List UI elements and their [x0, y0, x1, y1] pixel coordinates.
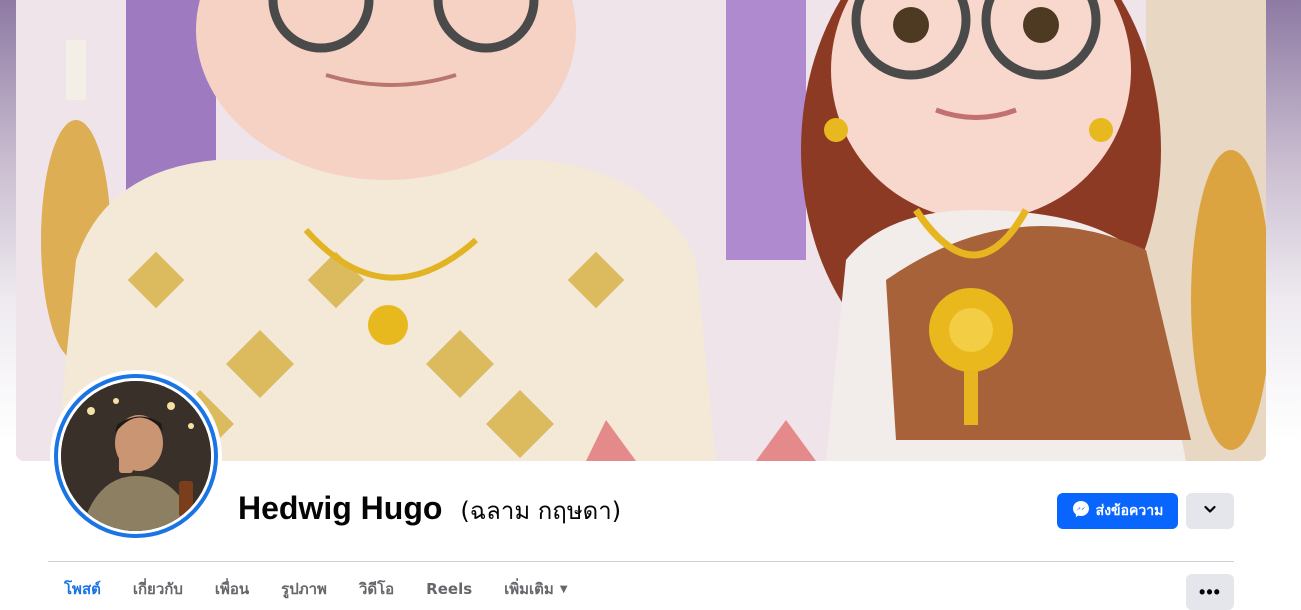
tab-label: Reels: [426, 580, 473, 598]
profile-picture-ring: [54, 374, 218, 538]
tab-label: วิดีโอ: [358, 580, 395, 598]
caret-down-icon: ▼: [559, 583, 568, 595]
tab-reels[interactable]: Reels: [410, 568, 488, 610]
cover-illustration: [16, 0, 1266, 461]
profile-tabs: โพสต์ เกี่ยวกับ เพื่อน รูปภาพ วิดีโอ Ree…: [48, 568, 584, 610]
avatar-illustration: [61, 381, 211, 531]
tab-more[interactable]: เพิ่มเติม ▼: [488, 568, 583, 610]
more-options-button[interactable]: •••: [1186, 574, 1234, 610]
ellipsis-icon: •••: [1199, 581, 1221, 602]
tab-photos[interactable]: รูปภาพ: [265, 568, 343, 610]
send-message-label: ส่งข้อความ: [1095, 503, 1164, 519]
profile-alternate-name: (ฉลาม กฤษดา): [460, 497, 622, 525]
tab-about[interactable]: เกี่ยวกับ: [117, 568, 199, 610]
tab-friends[interactable]: เพื่อน: [199, 568, 265, 610]
tab-label: เพิ่มเติม: [504, 580, 554, 598]
tab-label: เกี่ยวกับ: [132, 580, 183, 598]
profile-name: Hedwig Hugo: [238, 490, 443, 526]
profile-name-row: Hedwig Hugo (ฉลาม กฤษดา): [238, 490, 621, 530]
cover-photo[interactable]: [16, 0, 1266, 461]
tab-label: รูปภาพ: [281, 580, 327, 598]
profile-picture[interactable]: [50, 370, 222, 542]
send-message-button[interactable]: ส่งข้อความ: [1057, 493, 1178, 529]
header-divider: [48, 561, 1234, 562]
tab-videos[interactable]: วิดีโอ: [343, 568, 410, 610]
profile-photo: [61, 381, 211, 531]
chevron-down-icon: [1203, 502, 1217, 521]
tab-label: โพสต์: [64, 580, 101, 598]
tab-label: เพื่อน: [214, 580, 250, 598]
profile-dropdown-button[interactable]: [1186, 493, 1234, 529]
tab-posts[interactable]: โพสต์: [48, 568, 117, 610]
messenger-icon: [1072, 500, 1090, 522]
